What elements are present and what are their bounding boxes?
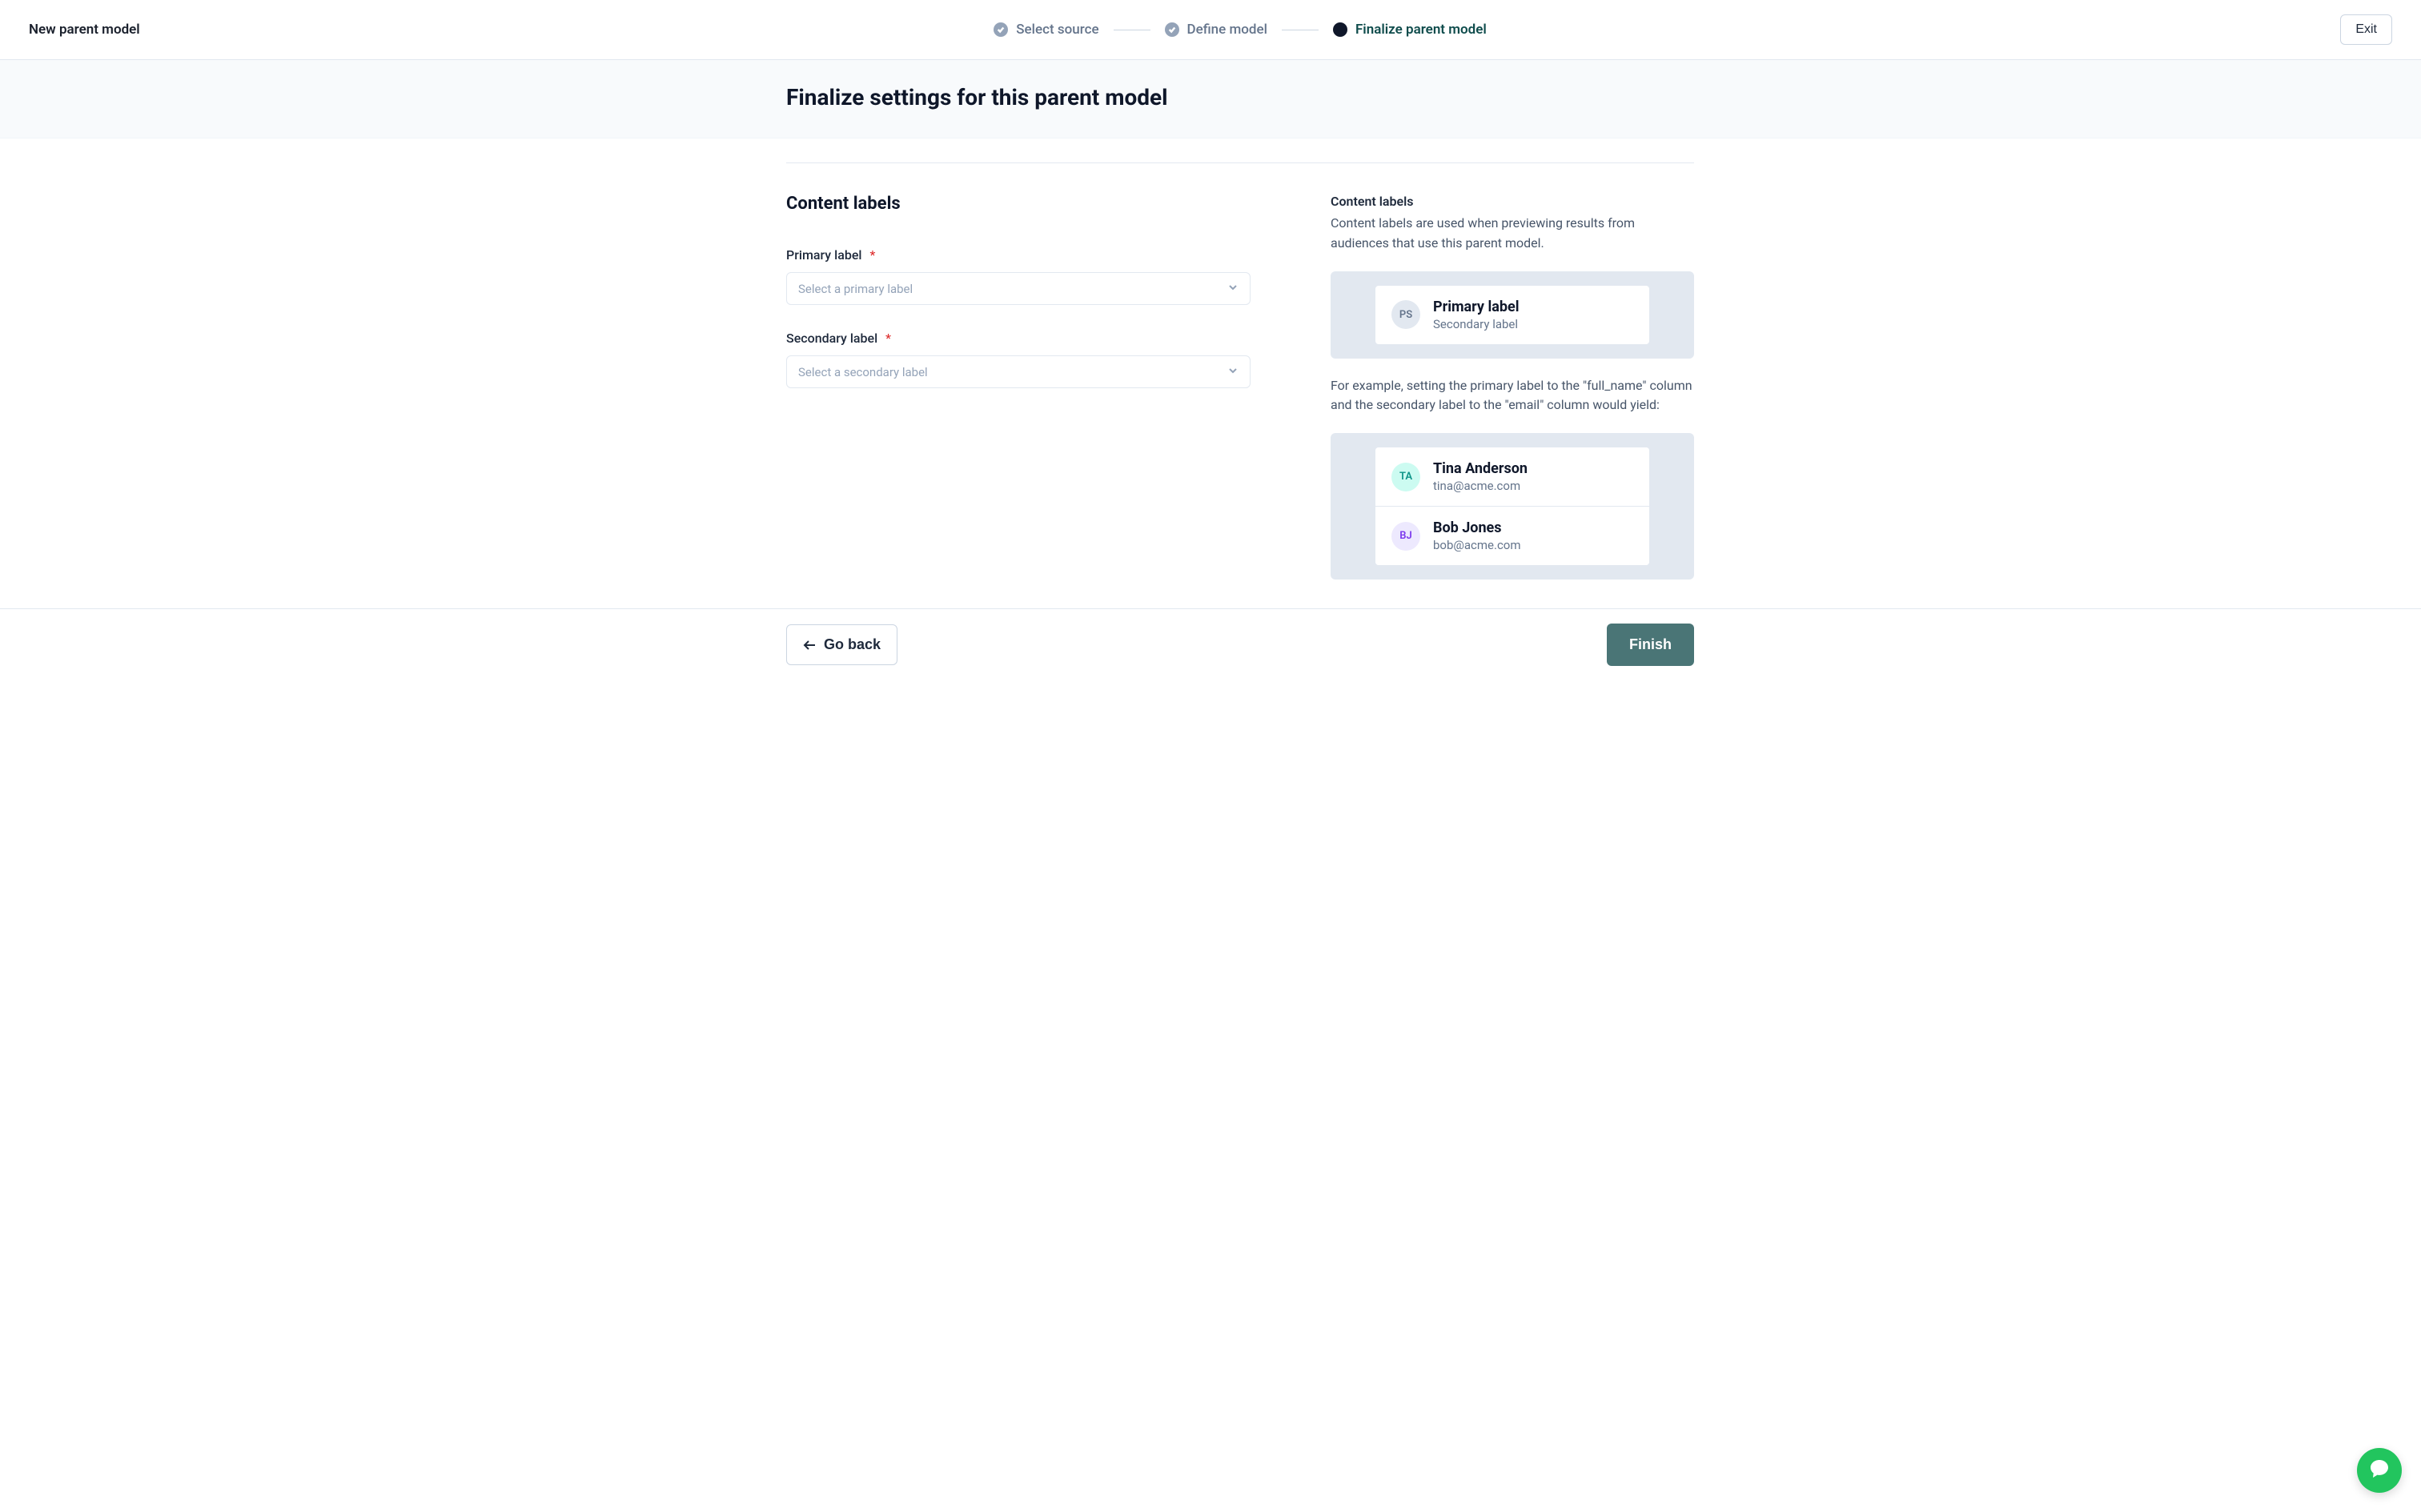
secondary-label-field: Secondary label * Select a secondary lab… bbox=[786, 331, 1251, 388]
exit-button[interactable]: Exit bbox=[2340, 14, 2392, 45]
primary-label-field: Primary label * Select a primary label bbox=[786, 247, 1251, 305]
page-title: Finalize settings for this parent model bbox=[786, 84, 1694, 110]
finish-button[interactable]: Finish bbox=[1607, 624, 1694, 666]
step-label: Finalize parent model bbox=[1355, 22, 1487, 38]
step-define-model[interactable]: Define model bbox=[1165, 22, 1267, 38]
header-bar: New parent model Select source Define mo… bbox=[0, 0, 2421, 60]
go-back-button[interactable]: Go back bbox=[786, 624, 897, 665]
preview-generic-box: PS Primary label Secondary label bbox=[1331, 271, 1694, 359]
preview-primary-text: Primary label bbox=[1433, 299, 1519, 315]
title-band: Finalize settings for this parent model bbox=[0, 60, 2421, 138]
stepper: Select source Define model Finalize pare… bbox=[994, 22, 1487, 38]
avatar: TA bbox=[1391, 463, 1420, 491]
preview-example-box: TA Tina Anderson tina@acme.com BJ Bob Jo… bbox=[1331, 433, 1694, 580]
preview-primary-text: Tina Anderson bbox=[1433, 460, 1528, 477]
chevron-down-icon bbox=[1227, 281, 1239, 296]
select-placeholder: Select a primary label bbox=[798, 282, 913, 296]
chevron-down-icon bbox=[1227, 364, 1239, 379]
preview-card: BJ Bob Jones bob@acme.com bbox=[1375, 506, 1649, 565]
primary-label-select[interactable]: Select a primary label bbox=[786, 272, 1251, 305]
help-column: Content labels Content labels are used w… bbox=[1331, 194, 1694, 580]
avatar: PS bbox=[1391, 300, 1420, 329]
arrow-left-icon bbox=[803, 640, 816, 651]
step-label: Define model bbox=[1187, 22, 1267, 38]
help-example-intro: For example, setting the primary label t… bbox=[1331, 376, 1694, 416]
help-title: Content labels bbox=[1331, 194, 1694, 209]
help-description: Content labels are used when previewing … bbox=[1331, 214, 1694, 254]
required-marker: * bbox=[869, 247, 875, 263]
secondary-label-select[interactable]: Select a secondary label bbox=[786, 355, 1251, 388]
preview-secondary-text: Secondary label bbox=[1433, 317, 1519, 331]
preview-card: PS Primary label Secondary label bbox=[1375, 286, 1649, 344]
preview-secondary-text: bob@acme.com bbox=[1433, 538, 1521, 552]
chat-widget-button[interactable] bbox=[2357, 1448, 2402, 1493]
preview-primary-text: Bob Jones bbox=[1433, 519, 1521, 536]
form-column: Content labels Primary label * Select a … bbox=[786, 194, 1251, 414]
check-icon bbox=[1165, 22, 1179, 37]
avatar: BJ bbox=[1391, 522, 1420, 551]
step-finalize[interactable]: Finalize parent model bbox=[1333, 22, 1487, 38]
step-label: Select source bbox=[1016, 22, 1098, 38]
footer: Go back Finish bbox=[0, 608, 2421, 680]
chat-icon bbox=[2368, 1458, 2391, 1483]
dot-icon bbox=[1333, 22, 1347, 37]
divider bbox=[786, 162, 1694, 163]
header-title: New parent model bbox=[29, 22, 140, 38]
back-button-label: Go back bbox=[824, 636, 881, 653]
main-content: Content labels Primary label * Select a … bbox=[698, 162, 1723, 580]
section-heading: Content labels bbox=[786, 194, 1251, 214]
check-icon bbox=[994, 22, 1008, 37]
preview-card: TA Tina Anderson tina@acme.com bbox=[1375, 447, 1649, 506]
preview-secondary-text: tina@acme.com bbox=[1433, 479, 1528, 493]
select-placeholder: Select a secondary label bbox=[798, 365, 928, 379]
field-label: Primary label bbox=[786, 247, 861, 263]
field-label: Secondary label bbox=[786, 331, 877, 346]
step-select-source[interactable]: Select source bbox=[994, 22, 1098, 38]
required-marker: * bbox=[885, 331, 891, 346]
